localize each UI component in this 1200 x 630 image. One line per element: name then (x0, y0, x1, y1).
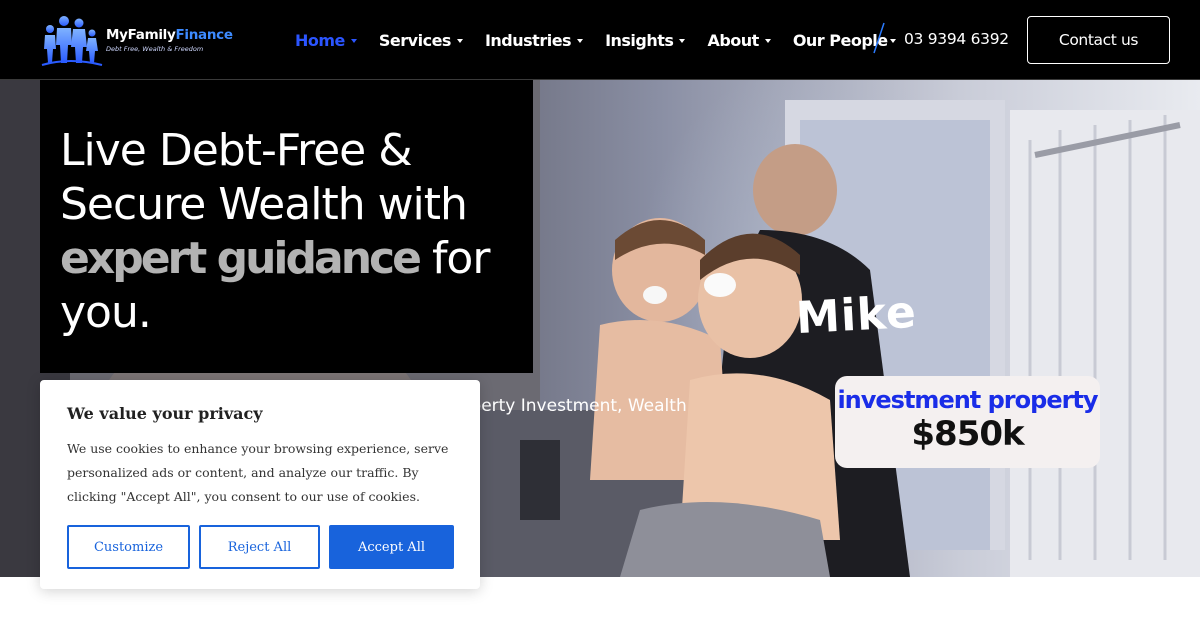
nav-item-about[interactable]: About (707, 31, 771, 50)
chevron-down-icon (679, 39, 686, 43)
chevron-down-icon (456, 39, 463, 43)
chevron-down-icon (350, 39, 357, 43)
sticker-amount: $850k (911, 414, 1024, 454)
headline-box: Live Debt-Free & Secure Wealth with expe… (40, 80, 533, 373)
accept-all-button[interactable]: Accept All (329, 525, 454, 569)
cookie-buttons: Customize Reject All Accept All (67, 525, 454, 569)
logo-tagline: Debt Free, Wealth & Freedom (106, 45, 204, 53)
hero-subtext: operty Investment, Wealth (460, 396, 687, 416)
hero-headline: Live Debt-Free & Secure Wealth with expe… (60, 125, 490, 338)
name-sticker: Mike (794, 286, 919, 345)
phone-link[interactable]: 03 9394 6392 (904, 30, 1009, 48)
site-header: MyFamilyFinance Debt Free, Wealth & Free… (0, 0, 1200, 80)
nav-item-services[interactable]: Services (379, 31, 463, 50)
cookie-consent-banner: We value your privacy We use cookies to … (40, 380, 480, 589)
investment-sticker: investment property $850k (835, 376, 1100, 468)
contact-us-button[interactable]: Contact us (1027, 16, 1170, 64)
customize-button[interactable]: Customize (67, 525, 190, 569)
chevron-down-icon (577, 39, 584, 43)
family-logo-icon (41, 16, 103, 66)
nav-item-insights[interactable]: Insights (605, 31, 686, 50)
chevron-down-icon (889, 39, 896, 43)
site-logo[interactable]: MyFamilyFinance Debt Free, Wealth & Free… (40, 12, 240, 68)
sticker-label: investment property (837, 386, 1098, 414)
nav-item-industries[interactable]: Industries (485, 31, 584, 50)
nav-divider (873, 22, 885, 54)
logo-name: MyFamilyFinance (106, 27, 233, 43)
reject-all-button[interactable]: Reject All (199, 525, 320, 569)
cookie-title: We value your privacy (67, 404, 263, 423)
animated-headline-text: expert guidance (60, 233, 422, 284)
main-nav: Home Services Industries Insights About … (295, 0, 896, 80)
nav-item-home[interactable]: Home (295, 31, 357, 50)
cookie-body: We use cookies to enhance your browsing … (67, 441, 449, 504)
chevron-down-icon (764, 39, 771, 43)
